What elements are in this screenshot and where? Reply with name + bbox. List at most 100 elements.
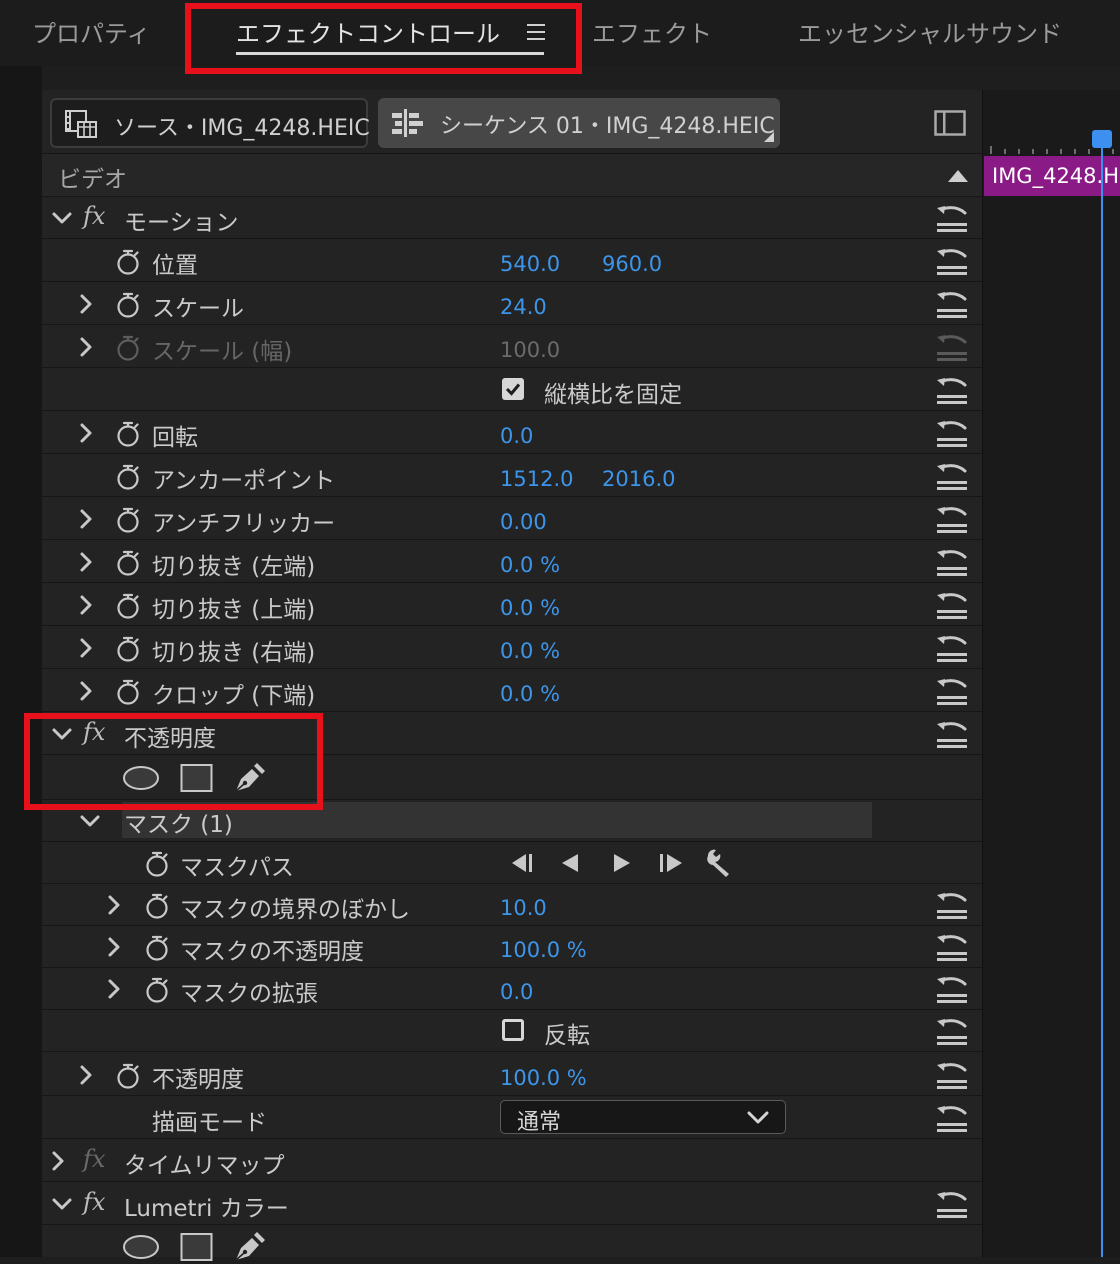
chevron-right-icon[interactable] bbox=[74, 1063, 98, 1087]
reset-icon[interactable] bbox=[934, 504, 970, 534]
reset-icon[interactable] bbox=[934, 932, 970, 962]
reset-icon[interactable] bbox=[934, 676, 970, 706]
track-forward-icon[interactable] bbox=[656, 851, 684, 875]
reset-icon[interactable] bbox=[934, 1103, 970, 1133]
track-backward-icon[interactable] bbox=[510, 851, 538, 875]
param-crop-right-row: 切り抜き (右端) 0.0 % bbox=[42, 627, 982, 669]
chevron-right-icon[interactable] bbox=[74, 550, 98, 574]
blend-mode-dropdown[interactable]: 通常 bbox=[500, 1100, 786, 1135]
position-x-value[interactable]: 540.0 bbox=[500, 252, 560, 276]
anchor-y-value[interactable]: 2016.0 bbox=[602, 467, 675, 491]
reset-icon[interactable] bbox=[934, 1060, 970, 1090]
chevron-down-icon[interactable] bbox=[50, 1192, 74, 1216]
chevron-right-icon[interactable] bbox=[74, 636, 98, 660]
tab-essential-sound[interactable]: エッセンシャルサウンド bbox=[798, 14, 1062, 49]
mask-invert-row: 反転 bbox=[42, 1010, 982, 1052]
crop-left-value[interactable]: 0.0 % bbox=[500, 553, 560, 577]
chevron-right-icon[interactable] bbox=[74, 421, 98, 445]
chevron-down-icon[interactable] bbox=[78, 809, 102, 833]
stopwatch-icon[interactable] bbox=[115, 464, 141, 490]
reset-icon[interactable] bbox=[934, 203, 970, 233]
mask-1-label: マスク (1) bbox=[124, 812, 233, 838]
track-prev-frame-icon[interactable] bbox=[560, 851, 582, 875]
chevron-right-icon[interactable] bbox=[102, 977, 126, 1001]
reset-icon[interactable] bbox=[934, 418, 970, 448]
tab-properties[interactable]: プロパティ bbox=[32, 14, 151, 49]
stopwatch-icon[interactable] bbox=[144, 893, 170, 919]
chevron-right-icon[interactable] bbox=[74, 507, 98, 531]
stopwatch-icon[interactable] bbox=[115, 507, 141, 533]
source-clip-tab[interactable]: ソース・IMG_4248.HEIC bbox=[50, 98, 370, 148]
stopwatch-icon[interactable] bbox=[115, 679, 141, 705]
chevron-right-icon[interactable] bbox=[74, 335, 98, 359]
reset-icon[interactable] bbox=[934, 974, 970, 1004]
param-blend-mode-label: 描画モード bbox=[152, 1110, 267, 1136]
stopwatch-icon[interactable] bbox=[115, 1063, 141, 1089]
effect-time-remap-label: タイムリマップ bbox=[124, 1153, 285, 1179]
reset-icon[interactable] bbox=[934, 590, 970, 620]
reset-icon[interactable] bbox=[934, 246, 970, 276]
stopwatch-icon[interactable] bbox=[144, 851, 170, 877]
playhead-handle[interactable] bbox=[1092, 130, 1112, 148]
param-uniform-scale-row: 縦横比を固定 bbox=[42, 369, 982, 411]
reset-icon[interactable] bbox=[934, 547, 970, 577]
chevron-right-icon[interactable] bbox=[74, 292, 98, 316]
chevron-right-icon[interactable] bbox=[46, 1149, 70, 1173]
chevron-right-icon[interactable] bbox=[74, 593, 98, 617]
opacity-value[interactable]: 100.0 % bbox=[500, 1066, 587, 1090]
param-crop-left-label: 切り抜き (左端) bbox=[152, 554, 316, 580]
uniform-scale-checkbox[interactable] bbox=[502, 378, 524, 400]
crop-bottom-value[interactable]: 0.0 % bbox=[500, 682, 560, 706]
stopwatch-icon[interactable] bbox=[144, 977, 170, 1003]
crop-right-value[interactable]: 0.0 % bbox=[500, 639, 560, 663]
fx-icon[interactable]: fx bbox=[83, 202, 105, 230]
mask-expansion-value[interactable]: 0.0 bbox=[500, 980, 533, 1004]
ellipse-mask-icon[interactable] bbox=[122, 1234, 160, 1260]
flicker-value[interactable]: 0.00 bbox=[500, 510, 547, 534]
collapse-up-icon[interactable] bbox=[948, 170, 968, 182]
effect-motion-header[interactable]: fx モーション bbox=[42, 197, 982, 239]
stopwatch-icon[interactable] bbox=[115, 550, 141, 576]
stopwatch-icon[interactable] bbox=[115, 421, 141, 447]
reset-icon[interactable] bbox=[934, 890, 970, 920]
pen-mask-icon[interactable] bbox=[232, 1230, 266, 1264]
rectangle-mask-icon[interactable] bbox=[180, 1232, 214, 1262]
stopwatch-icon[interactable] bbox=[115, 292, 141, 318]
mask-invert-checkbox[interactable] bbox=[502, 1019, 524, 1041]
anchor-x-value[interactable]: 1512.0 bbox=[500, 467, 573, 491]
reset-icon[interactable] bbox=[934, 289, 970, 319]
crop-top-value[interactable]: 0.0 % bbox=[500, 596, 560, 620]
stopwatch-icon[interactable] bbox=[115, 249, 141, 275]
chevron-down-icon[interactable] bbox=[50, 206, 74, 230]
chevron-right-icon[interactable] bbox=[74, 679, 98, 703]
stopwatch-icon[interactable] bbox=[144, 935, 170, 961]
param-crop-bottom-row: クロップ (下端) 0.0 % bbox=[42, 670, 982, 712]
reset-icon[interactable] bbox=[934, 1016, 970, 1046]
param-anchor-row: アンカーポイント 1512.0 2016.0 bbox=[42, 455, 982, 497]
wrench-icon[interactable] bbox=[704, 848, 734, 878]
chevron-right-icon[interactable] bbox=[102, 893, 126, 917]
chevron-right-icon[interactable] bbox=[102, 935, 126, 959]
stopwatch-icon[interactable] bbox=[115, 636, 141, 662]
tab-effects[interactable]: エフェクト bbox=[592, 14, 712, 49]
mask-opacity-value[interactable]: 100.0 % bbox=[500, 938, 587, 962]
timeline-clip[interactable]: IMG_4248.HEIC bbox=[984, 156, 1120, 196]
reset-icon[interactable] bbox=[934, 375, 970, 405]
stopwatch-icon[interactable] bbox=[115, 593, 141, 619]
rotation-value[interactable]: 0.0 bbox=[500, 424, 533, 448]
sequence-clip-tab[interactable]: シーケンス 01・IMG_4248.HEIC bbox=[378, 98, 780, 148]
effect-lumetri-header[interactable]: fx Lumetri カラー bbox=[42, 1183, 982, 1225]
reset-icon[interactable] bbox=[934, 1189, 970, 1219]
reset-icon[interactable] bbox=[934, 719, 970, 749]
dropdown-corner-icon bbox=[764, 132, 774, 142]
toggle-timeline-icon[interactable] bbox=[934, 110, 966, 136]
reset-icon[interactable] bbox=[934, 633, 970, 663]
fx-icon[interactable]: fx bbox=[83, 1188, 105, 1216]
reset-icon[interactable] bbox=[934, 461, 970, 491]
effect-time-remap-header[interactable]: fx タイムリマップ bbox=[42, 1140, 982, 1182]
track-next-frame-icon[interactable] bbox=[610, 851, 632, 875]
position-y-value[interactable]: 960.0 bbox=[602, 252, 662, 276]
scale-value[interactable]: 24.0 bbox=[500, 295, 547, 319]
mini-timeline[interactable] bbox=[982, 90, 1120, 1257]
mask-feather-value[interactable]: 10.0 bbox=[500, 896, 547, 920]
